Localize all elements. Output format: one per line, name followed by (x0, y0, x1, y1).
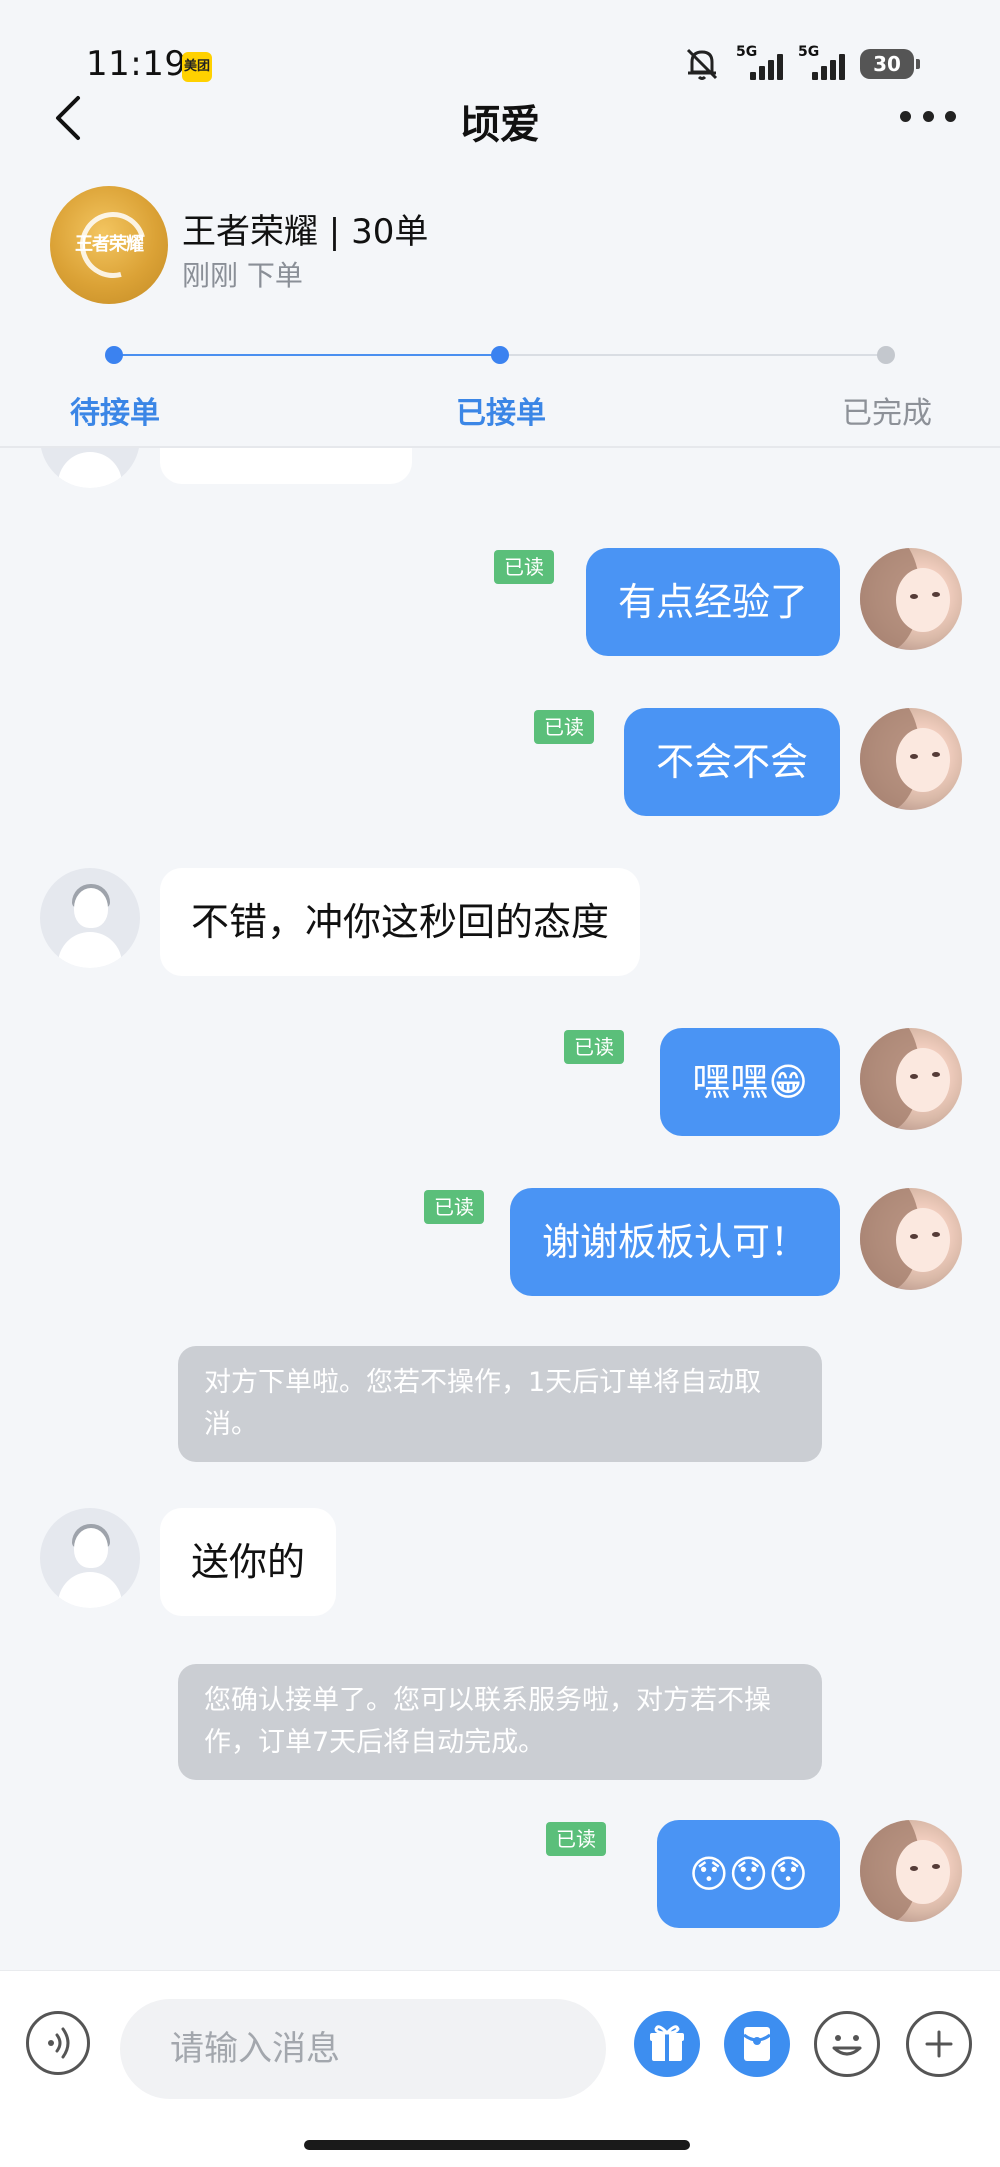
network-type-label-2: 5G (798, 44, 820, 60)
red-packet-icon (743, 2027, 771, 2061)
gift-icon (650, 2025, 684, 2061)
avatar-head (74, 888, 108, 928)
gift-button[interactable] (634, 2011, 700, 2077)
step-label-accepted: 已接单 (456, 396, 546, 431)
avatar-face (896, 728, 950, 792)
avatar-eye (910, 1866, 918, 1871)
mute-bell-icon (686, 48, 718, 80)
more-horizontal-icon (900, 110, 911, 122)
read-badge: 已读 (564, 1030, 624, 1064)
self-avatar[interactable] (860, 1820, 962, 1922)
system-notice: 对方下单啦。您若不操作，1天后订单将自动取消。 (178, 1346, 822, 1462)
more-dot (945, 110, 956, 122)
step-label-pending: 待接单 (70, 396, 160, 431)
meituan-app-icon: 美团 (182, 52, 212, 82)
order-progress-fill (114, 354, 500, 356)
message-bubble-self[interactable]: 不会不会 (623, 708, 840, 816)
order-time: 刚刚 下单 (182, 259, 303, 292)
avatar-eye (932, 752, 940, 757)
emoji-button[interactable] (814, 2011, 880, 2077)
other-avatar[interactable] (40, 868, 140, 968)
avatar-eye (932, 1072, 940, 1077)
signal-icon-1: 5G (736, 44, 784, 80)
self-avatar[interactable] (860, 1188, 962, 1290)
avatar-shoulder (58, 932, 122, 968)
avatar-eye (932, 1864, 940, 1869)
self-avatar[interactable] (860, 708, 962, 810)
plus-icon (925, 2030, 953, 2058)
avatar-head (74, 1528, 108, 1568)
step-dot-accepted (491, 346, 509, 364)
red-packet-button[interactable] (724, 2011, 790, 2077)
voice-button[interactable] (26, 2011, 90, 2075)
system-notice: 您确认接单了。您可以联系服务啦，对方若不操作，订单7天后将自动完成。 (178, 1664, 822, 1780)
avatar-face (896, 1048, 950, 1112)
voice-icon (48, 2027, 70, 2059)
message-input[interactable] (120, 1999, 606, 2099)
avatar-shoulder (58, 1572, 122, 1608)
avatar-face (896, 568, 950, 632)
read-badge: 已读 (546, 1822, 606, 1856)
message-bubble-self[interactable]: 嘿嘿😁 (660, 1028, 840, 1136)
avatar-face (896, 1208, 950, 1272)
home-indicator[interactable] (304, 2140, 690, 2150)
input-bar (0, 1970, 1000, 2167)
step-label-completed: 已完成 (842, 396, 932, 431)
more-actions-button[interactable] (906, 2011, 972, 2077)
avatar-eye (932, 1232, 940, 1237)
avatar-eye (910, 1074, 918, 1079)
step-dot-completed (877, 346, 895, 364)
logo-text: 王者荣耀 (75, 234, 144, 255)
self-avatar[interactable] (860, 548, 962, 650)
other-avatar[interactable] (40, 448, 140, 488)
read-badge: 已读 (494, 550, 554, 584)
read-badge: 已读 (424, 1190, 484, 1224)
status-icons: 5G 5G 30 (682, 44, 920, 84)
more-dot (922, 110, 934, 122)
battery-icon: 30 (860, 49, 920, 79)
order-progress-track (105, 346, 895, 364)
avatar-eye (910, 594, 918, 599)
message-bubble-self[interactable]: 有点经验了 (585, 548, 840, 656)
network-type-label-1: 5G (736, 44, 758, 60)
self-avatar[interactable] (860, 1028, 962, 1130)
message-bubble-other[interactable]: 别尺动就行 (160, 448, 413, 484)
chat-message-list[interactable]: 别尺动就行 已读 有点经验了 已读 不会不会 不错，冲你这秒回的态度 已读 嘿嘿… (0, 448, 1000, 1970)
more-button[interactable] (900, 104, 956, 128)
read-badge: 已读 (534, 710, 594, 744)
avatar-eye (910, 1234, 918, 1239)
message-bubble-other[interactable]: 送你的 (160, 1508, 337, 1616)
emoji-icon (832, 2035, 862, 2056)
avatar-shoulder (58, 452, 122, 488)
message-bubble-other[interactable]: 不错，冲你这秒回的态度 (160, 868, 641, 976)
game-logo[interactable]: 王者荣耀 (50, 186, 168, 304)
status-bar: 11:19 美团 5G 5G 30 (0, 0, 1000, 100)
other-avatar[interactable] (40, 1508, 140, 1608)
order-title: 王者荣耀 | 30单 (182, 212, 429, 252)
message-bubble-self[interactable]: 😯😯😯 (657, 1820, 840, 1928)
page-title: 顷爱 (460, 102, 540, 148)
avatar-eye (932, 592, 940, 597)
status-time: 11:19 (86, 44, 187, 84)
avatar-face (896, 1840, 950, 1904)
signal-icon-2: 5G (798, 44, 846, 80)
avatar-eye (910, 754, 918, 759)
step-dot-pending (105, 346, 123, 364)
message-bubble-self[interactable]: 谢谢板板认可！ (509, 1188, 840, 1296)
